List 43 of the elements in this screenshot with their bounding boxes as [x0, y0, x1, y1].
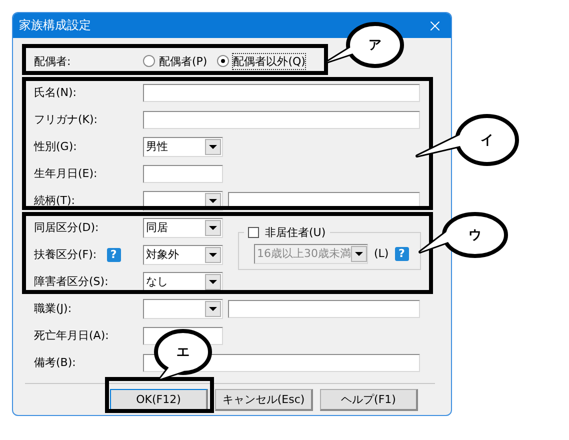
checkbox[interactable] — [248, 227, 259, 238]
checkbox-label[interactable]: 非居住者(U) — [265, 225, 326, 240]
date-field[interactable] — [143, 164, 223, 182]
field-label: 職業(J): — [34, 301, 72, 316]
dropdown[interactable]: 対象外 — [143, 244, 223, 264]
field-label: 備考(B): — [34, 355, 76, 370]
caret-icon — [205, 274, 221, 290]
field-label: 性別(G): — [34, 139, 77, 154]
help-icon[interactable]: ? — [106, 248, 121, 262]
dropdown[interactable]: 同居 — [143, 218, 223, 238]
field-label: 続柄(T): — [34, 193, 76, 208]
field-label: 扶養区分(F): — [34, 247, 97, 262]
callout-letter: ア — [368, 37, 382, 54]
field-label: 死亡年月日(A): — [34, 328, 109, 343]
field-label: 配偶者: — [34, 54, 71, 68]
callout-letter: イ — [480, 132, 494, 149]
callout-letter: ウ — [468, 227, 482, 244]
field-label: 氏名(N): — [34, 85, 77, 100]
dropdown[interactable]: 男性 — [143, 136, 223, 156]
window-title: 家族構成設定 — [19, 17, 91, 34]
field-label: 生年月日(E): — [34, 166, 98, 181]
dialog-button[interactable]: OK(F12) — [110, 389, 208, 411]
radio-button[interactable] — [217, 55, 230, 67]
dropdown[interactable]: なし — [143, 272, 223, 292]
radio-label[interactable]: 配偶者(P) — [159, 54, 208, 68]
caret-icon — [205, 138, 221, 154]
dialog-button[interactable]: キャンセル(Esc) — [215, 389, 313, 411]
callout-letter: エ — [176, 344, 190, 361]
radio-label[interactable]: 配偶者以外(Q) — [233, 54, 306, 68]
caret-icon — [205, 220, 221, 236]
caret-icon — [351, 246, 367, 262]
radio-button[interactable] — [143, 55, 155, 67]
text-field[interactable] — [143, 84, 420, 102]
field-label: (L) — [374, 247, 389, 260]
dialog-button[interactable]: ヘルプ(F1) — [320, 389, 418, 411]
caret-icon — [205, 246, 221, 262]
field-label: 障害者区分(S): — [34, 274, 108, 289]
field-label: 同居区分(D): — [34, 220, 99, 235]
field-label: フリガナ(K): — [34, 112, 98, 127]
text-field[interactable] — [143, 110, 420, 128]
text-field[interactable] — [228, 300, 420, 318]
help-icon[interactable]: ? — [394, 246, 409, 260]
caret-icon — [205, 300, 221, 316]
